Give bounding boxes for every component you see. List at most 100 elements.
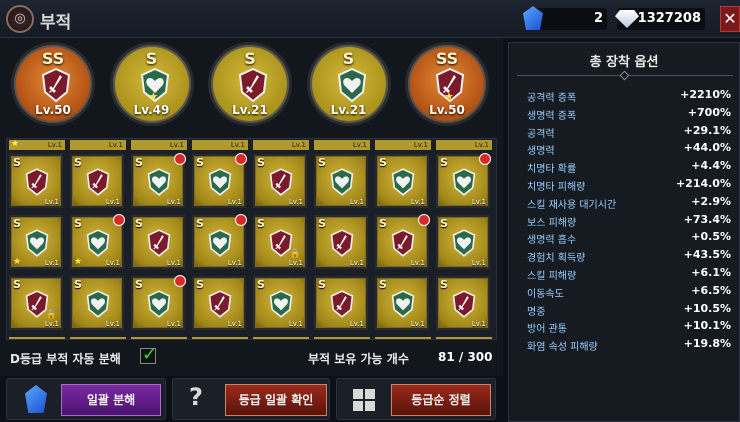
grade-label: SS xyxy=(41,49,65,68)
partial-card-bottom xyxy=(436,337,492,339)
grade-label: S xyxy=(318,278,326,291)
talisman-card[interactable]: S Lv.1 xyxy=(253,154,307,208)
stat-label: 명중 xyxy=(527,306,546,318)
auto-dismantle-checkbox[interactable] xyxy=(140,344,157,365)
talisman-card[interactable]: S Lv.1 xyxy=(192,214,247,269)
heart-talisman-icon xyxy=(269,290,293,318)
level-label: Lv.1 xyxy=(349,320,364,328)
grid-view-icon[interactable] xyxy=(353,389,375,411)
blue-gem-icon xyxy=(25,385,47,413)
grade-label: S xyxy=(318,156,326,169)
talisman-card[interactable]: S Lv.1 xyxy=(314,276,368,330)
partial-card-level: Lv.1 ★ xyxy=(9,139,65,150)
talisman-card[interactable]: S Lv.1 xyxy=(436,215,490,269)
grade-label: S xyxy=(196,278,204,291)
talisman-card[interactable]: S Lv.1 xyxy=(375,214,430,269)
talisman-card[interactable]: S Lv.1 xyxy=(9,154,63,208)
level-label: Lv.1 xyxy=(44,320,59,328)
level-label: Lv.49 xyxy=(133,103,170,117)
stat-label: 화염 속성 피해량 xyxy=(527,342,598,354)
stat-row: 보스 피해량 +73.4% xyxy=(519,212,731,230)
new-badge-icon xyxy=(235,214,247,226)
grade-confirm-button[interactable]: 등급 일괄 확인 xyxy=(225,384,327,416)
talisman-card[interactable]: S Lv.1 ★ xyxy=(70,214,125,269)
stat-row: 이동속도 +6.5% xyxy=(519,283,731,301)
stat-row: 생명력 흡수 +0.5% xyxy=(519,229,731,247)
talisman-card[interactable]: S Lv.1 xyxy=(70,154,124,208)
stat-label: 방어 관통 xyxy=(527,324,567,336)
talisman-card[interactable]: S Lv.1 xyxy=(375,154,429,208)
level-label: Lv.1 xyxy=(471,320,486,328)
equipped-slot[interactable]: SS Lv.50 xyxy=(11,42,95,126)
divider-ornament xyxy=(619,70,630,81)
heart-talisman-icon xyxy=(208,168,232,196)
equipped-slot[interactable]: SS ★ Lv.50 xyxy=(405,42,489,126)
grade-label: S xyxy=(257,278,265,291)
talisman-card[interactable]: S Lv.1 🔒 xyxy=(9,276,63,330)
level-label: Lv.1 xyxy=(471,259,486,267)
grade-label: S xyxy=(74,278,82,291)
talisman-card[interactable]: S Lv.1 xyxy=(314,215,368,269)
partial-card-level: Lv.1 xyxy=(436,140,492,150)
stat-row: 치명타 피해량 +214.0% xyxy=(519,176,731,194)
stat-value: +19.8% xyxy=(683,337,731,351)
bulk-dismantle-button[interactable]: 일괄 분해 xyxy=(61,384,161,416)
talisman-card[interactable]: S Lv.1 xyxy=(314,154,368,208)
grade-label: S xyxy=(318,217,326,230)
grade-label: S xyxy=(196,156,204,169)
level-label: Lv.1 xyxy=(44,259,59,267)
talisman-card[interactable]: S Lv.1 ★ xyxy=(9,215,63,269)
heart-talisman-icon xyxy=(147,168,171,196)
inventory-grid: Lv.1 ★ Lv.1 Lv.1 Lv.1 Lv.1 Lv.1 Lv.1 Lv.1 S Lv.1 S L… xyxy=(6,138,497,340)
sword-talisman-icon xyxy=(330,229,354,257)
sword-talisman-icon xyxy=(208,290,232,318)
stat-value: +4.4% xyxy=(691,159,731,173)
equipped-slot[interactable]: S ★ Lv.49 xyxy=(109,42,194,126)
grade-label: S xyxy=(440,217,448,230)
level-label: Lv.1 xyxy=(349,198,364,206)
talisman-card[interactable]: S Lv.1 xyxy=(192,276,246,330)
grade-label: S xyxy=(244,49,256,68)
talisman-card[interactable]: S Lv.1 xyxy=(192,153,247,208)
grade-label: S xyxy=(257,217,265,230)
talisman-card[interactable]: S Lv.1 xyxy=(70,276,124,330)
equipped-slots: SS Lv.50 S ★ Lv.49 S Lv.21 S Lv.21 SS ★ Lv.50 xyxy=(0,38,503,130)
talisman-card[interactable]: S Lv.1 🔒 xyxy=(253,215,307,269)
sword-talisman-icon xyxy=(25,168,49,196)
talisman-card[interactable]: S Lv.1 xyxy=(436,153,491,208)
level-label: Lv.1 xyxy=(288,320,303,328)
equipped-slot[interactable]: S Lv.21 xyxy=(306,42,391,126)
stat-value: +6.1% xyxy=(691,266,731,279)
level-label: Lv.1 xyxy=(410,320,425,328)
stat-label: 스킬 재사용 대기시간 xyxy=(527,199,617,211)
grade-label: S xyxy=(379,217,387,230)
close-button[interactable]: ✕ xyxy=(720,6,740,32)
level-label: Lv.50 xyxy=(35,103,71,117)
talisman-card[interactable]: S Lv.1 xyxy=(131,153,186,208)
heart-talisman-icon xyxy=(337,67,367,103)
gem-currency: 2 xyxy=(523,6,607,30)
partial-card-bottom xyxy=(314,337,370,339)
grade-label: S xyxy=(342,49,355,68)
equipped-slot[interactable]: S Lv.21 xyxy=(208,42,292,126)
talisman-card[interactable]: S Lv.1 xyxy=(253,276,307,330)
talisman-card[interactable]: S Lv.1 xyxy=(131,275,186,330)
grade-label: S xyxy=(196,217,204,230)
level-label: Lv.1 xyxy=(166,259,181,267)
diamond-icon xyxy=(615,10,639,28)
level-label: Lv.1 xyxy=(227,198,242,206)
talisman-card[interactable]: S Lv.1 xyxy=(131,215,185,269)
page-title: 부적 xyxy=(40,13,72,33)
level-label: Lv.1 xyxy=(105,259,120,267)
help-icon[interactable]: ? xyxy=(189,383,203,411)
level-label: Lv.1 xyxy=(410,198,425,206)
diamond-count: 1327208 xyxy=(637,11,701,26)
level-label: Lv.1 xyxy=(288,198,303,206)
talisman-card[interactable]: S Lv.1 xyxy=(436,276,490,330)
sword-talisman-icon xyxy=(269,168,293,196)
capacity-value: 81 / 300 xyxy=(438,350,493,364)
sort-grade-button[interactable]: 등급순 정렬 xyxy=(391,384,491,416)
grade-label: S xyxy=(13,217,21,230)
talisman-card[interactable]: S Lv.1 xyxy=(375,276,429,330)
partial-card-level: Lv.1 xyxy=(192,140,248,150)
